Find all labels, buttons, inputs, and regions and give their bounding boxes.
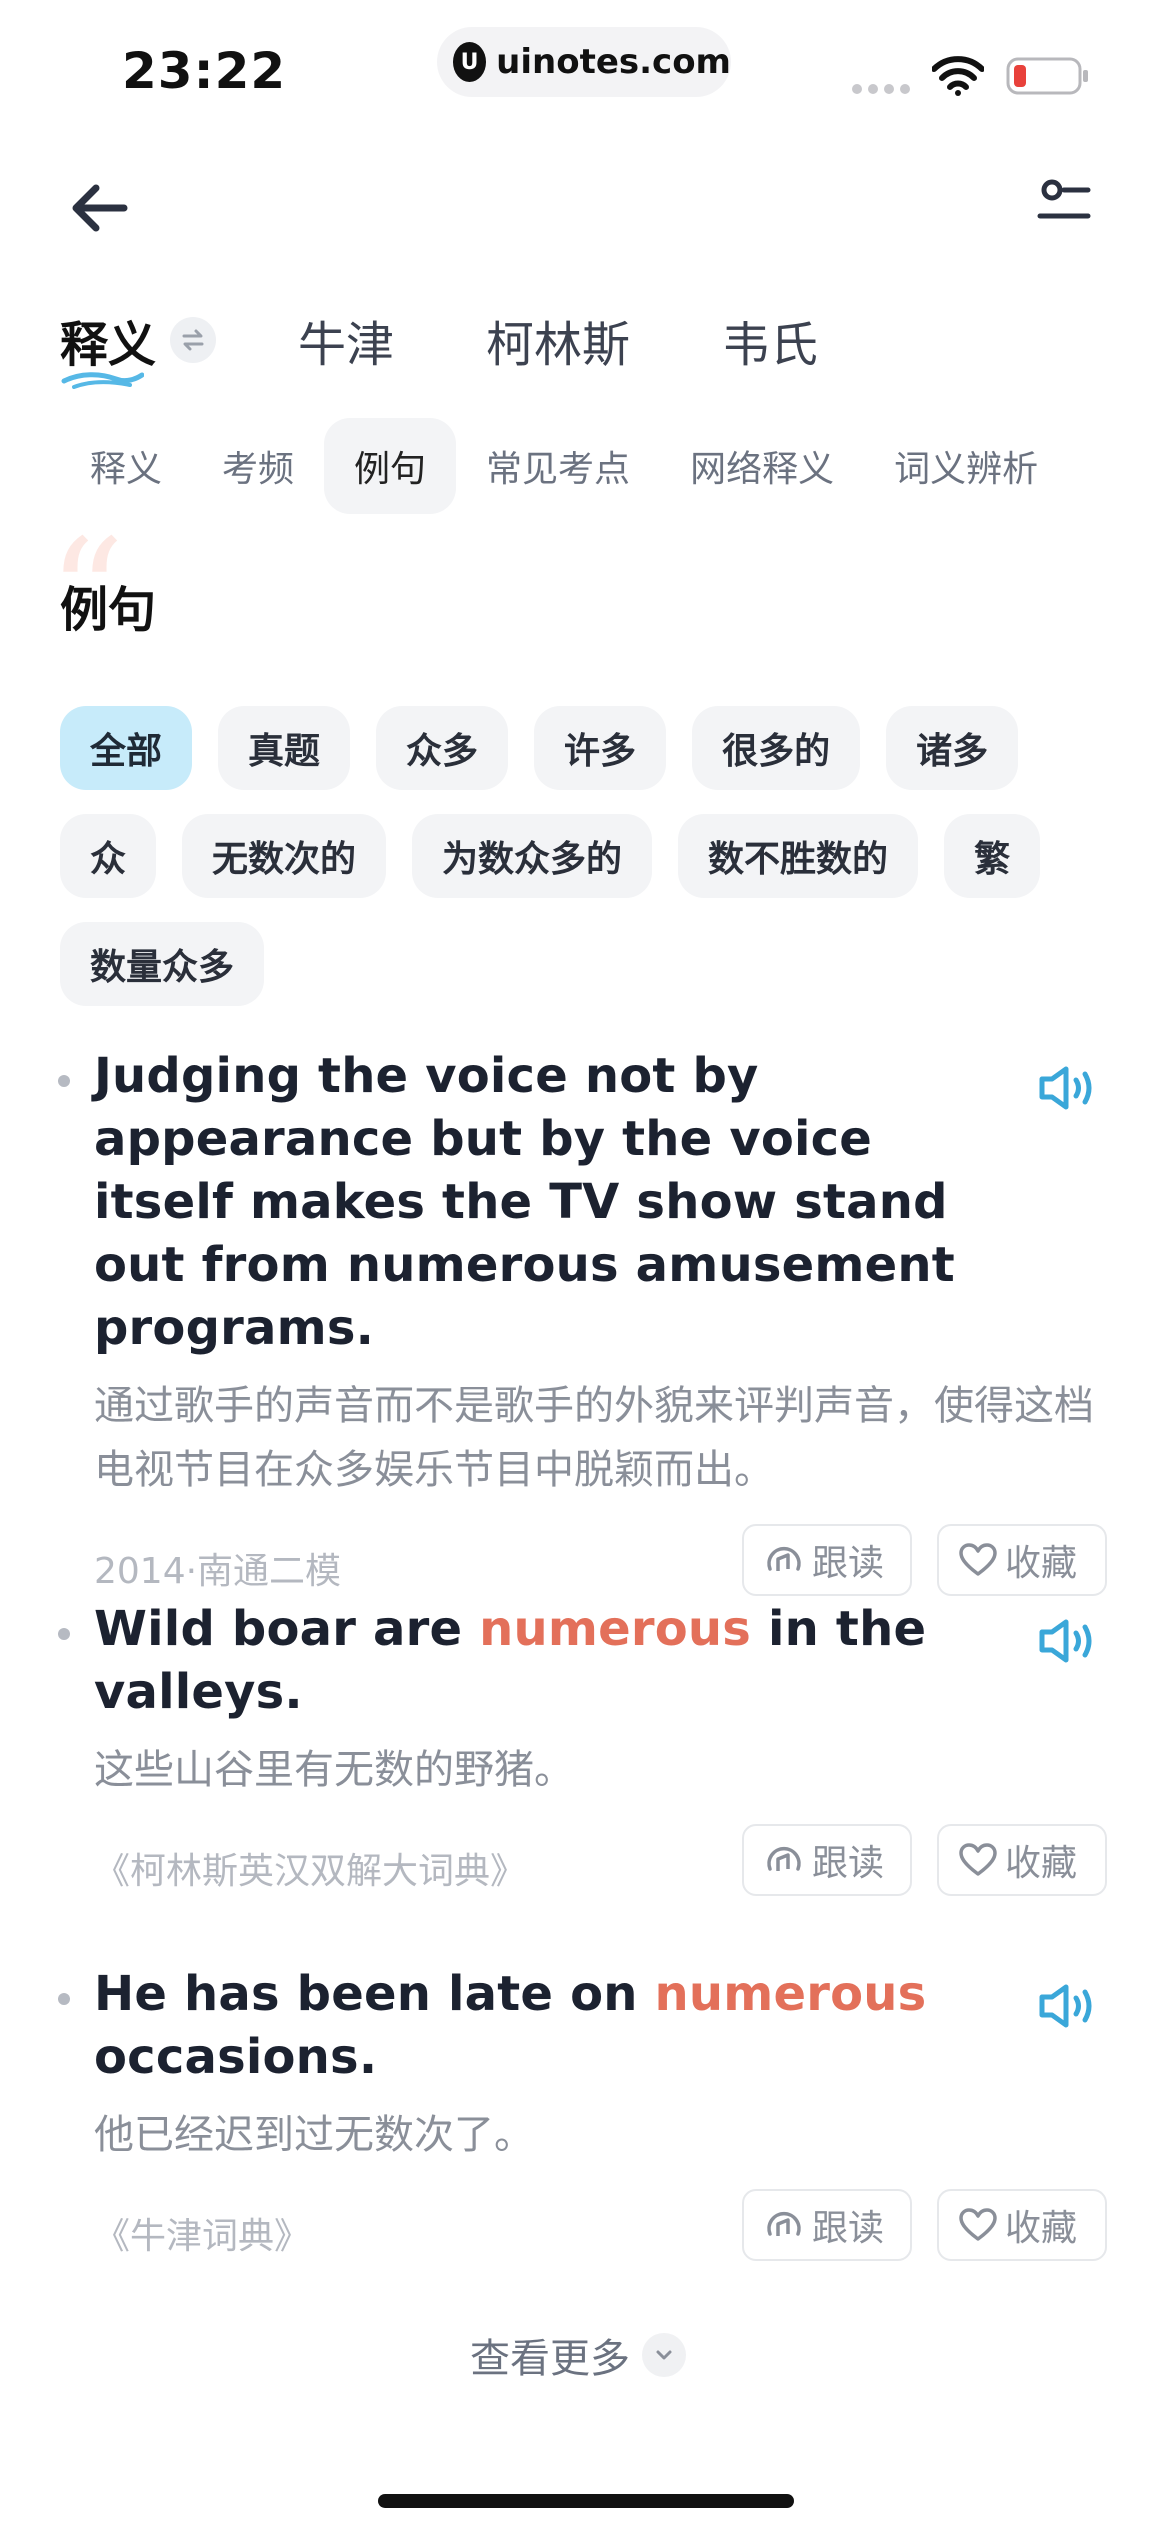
sentence-translation: 通过歌手的声音而不是歌手的外貌来评判声音，使得这档电视节目在众多娱乐节目中脱颖而…	[94, 1383, 1094, 1493]
dict-tab-oxford[interactable]: 牛津	[298, 305, 394, 375]
sentence-source: 《牛津词典》	[94, 2216, 311, 2257]
speaker-icon[interactable]	[1036, 1616, 1096, 1666]
section-tab-definition[interactable]: 释义	[60, 418, 192, 514]
section-tab-examples[interactable]: 例句	[324, 418, 457, 514]
section-tab-synonym-analysis[interactable]: 词义辨析	[864, 418, 1068, 514]
speaker-icon[interactable]	[1036, 1063, 1096, 1113]
status-time: 23:22	[122, 42, 287, 100]
speaker-icon[interactable]	[1036, 1981, 1096, 2031]
follow-read-button[interactable]: 跟读	[742, 2189, 912, 2261]
chip[interactable]: 许多	[534, 706, 667, 790]
chip[interactable]: 众	[60, 814, 157, 898]
bullet	[58, 1628, 70, 1640]
bullet	[58, 1993, 70, 2005]
example-sentence: Judging the voice not by appearance but …	[0, 1045, 1170, 1598]
follow-read-icon	[767, 1846, 801, 1871]
chip[interactable]: 众多	[376, 706, 509, 790]
dict-tab-collins[interactable]: 柯林斯	[486, 305, 630, 375]
sentence-source: 《柯林斯英汉双解大词典》	[94, 1851, 527, 1892]
section-tabs: 释义 考频 例句 常见考点 网络释义 词义辨析	[60, 418, 1068, 514]
filter-chips: 全部 真题 众多 许多 很多的 诸多 众 无数次的 为数众多的 数不胜数的 繁 …	[60, 706, 1120, 1006]
follow-read-icon	[767, 2211, 801, 2236]
follow-read-button[interactable]: 跟读	[742, 1824, 912, 1896]
favorite-button[interactable]: 收藏	[937, 2189, 1107, 2261]
sentence-english: Wild boar are numerous in the valleys.	[94, 1601, 927, 1720]
section-tab-key-points[interactable]: 常见考点	[456, 418, 660, 514]
example-sentence: Wild boar are numerous in the valleys. 这…	[0, 1598, 1170, 1963]
chip-all[interactable]: 全部	[60, 706, 193, 790]
follow-read-icon	[767, 1546, 801, 1571]
sentence-meta: 《牛津词典》 跟读 收藏	[94, 2189, 1170, 2265]
sentence-meta: 《柯林斯英汉双解大词典》 跟读 收藏	[94, 1824, 1170, 1900]
url-pill[interactable]: U uinotes.com	[437, 27, 731, 97]
chip[interactable]: 无数次的	[182, 814, 387, 898]
site-logo-icon: U	[453, 42, 487, 82]
view-more-label: 查看更多	[470, 2336, 630, 2382]
favorite-button[interactable]: 收藏	[937, 1524, 1107, 1596]
chip[interactable]: 为数众多的	[412, 814, 653, 898]
back-arrow-icon[interactable]	[68, 180, 132, 236]
favorite-button[interactable]: 收藏	[937, 1824, 1107, 1896]
sentence-source: 2014·南通二模	[94, 1551, 342, 1592]
sentence-english: Judging the voice not by appearance but …	[94, 1048, 955, 1356]
sentence-english: He has been late on numerous occasions.	[94, 1966, 927, 2085]
view-more-button[interactable]: 查看更多	[470, 2326, 686, 2384]
heart-icon	[959, 1843, 997, 1876]
heart-icon	[959, 2208, 997, 2241]
battery-icon	[1006, 57, 1088, 95]
cellular-signal-icon	[852, 84, 910, 94]
dict-tab-definition[interactable]: 释义	[60, 305, 156, 389]
chip[interactable]: 繁	[944, 814, 1041, 898]
sentence-translation: 他已经迟到过无数次了。	[94, 2112, 534, 2158]
dict-tab-webster[interactable]: 韦氏	[722, 305, 818, 375]
chip[interactable]: 数不胜数的	[678, 814, 919, 898]
tab-underline-decoration	[61, 372, 144, 389]
example-sentence-list: Judging the voice not by appearance but …	[0, 1045, 1170, 2263]
wifi-icon	[932, 56, 984, 96]
bullet	[58, 1075, 70, 1087]
heart-icon	[959, 1543, 997, 1576]
section-title: 例句	[60, 582, 157, 638]
section-tab-frequency[interactable]: 考频	[192, 418, 324, 514]
sentence-meta: 2014·南通二模 跟读 收藏	[94, 1524, 1170, 1600]
swap-arrows-icon[interactable]	[170, 317, 217, 363]
example-sentence: He has been late on numerous occasions. …	[0, 1963, 1170, 2263]
url-text: uinotes.com	[496, 42, 731, 82]
chip-real-exam[interactable]: 真题	[218, 706, 351, 790]
dictionary-tabs: 释义 牛津 柯林斯 韦氏	[60, 300, 910, 389]
settings-sliders-icon[interactable]	[1036, 176, 1092, 232]
sentence-translation: 这些山谷里有无数的野猪。	[94, 1747, 574, 1793]
section-tab-web-definition[interactable]: 网络释义	[660, 418, 864, 514]
status-bar: 23:22 U uinotes.com	[0, 0, 1170, 140]
home-indicator[interactable]	[378, 2494, 794, 2508]
chip[interactable]: 很多的	[692, 706, 861, 790]
chevron-down-icon	[642, 2333, 686, 2377]
chip[interactable]: 数量众多	[60, 922, 265, 1006]
follow-read-button[interactable]: 跟读	[742, 1524, 912, 1596]
chip[interactable]: 诸多	[886, 706, 1019, 790]
